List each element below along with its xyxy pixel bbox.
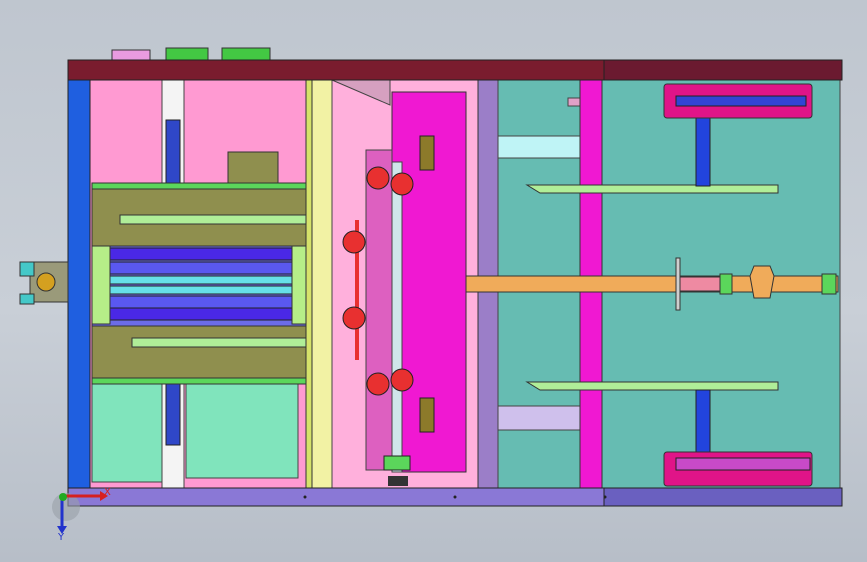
side-connector-upper bbox=[19, 261, 35, 277]
plate-bracket-lower bbox=[419, 397, 435, 433]
mold-end-clamp-left bbox=[91, 245, 111, 325]
rail-nut bbox=[749, 265, 775, 299]
side-gear bbox=[36, 272, 56, 292]
top-beam-right bbox=[603, 59, 843, 81]
purple-bar-4 bbox=[103, 307, 295, 321]
lower-cylinder-piston bbox=[675, 457, 811, 471]
lead-screw-rail bbox=[465, 275, 839, 293]
upper-diagonal-guide bbox=[525, 184, 779, 194]
yellow-plate-edge bbox=[305, 79, 313, 489]
lower-diagonal-guide bbox=[525, 381, 779, 391]
gear-middle-lower bbox=[342, 306, 366, 330]
purple-bar-3 bbox=[103, 295, 295, 309]
gear-column bbox=[365, 149, 393, 471]
upper-cylinder-piston bbox=[675, 95, 807, 107]
yellow-vertical-plate bbox=[311, 79, 333, 489]
upper-cylinder-rod bbox=[695, 115, 711, 187]
purple-bar-1 bbox=[103, 247, 295, 261]
base-rail-right bbox=[603, 487, 843, 507]
machine-assembly-drawing bbox=[19, 47, 843, 534]
y-axis-label: Y bbox=[58, 532, 65, 543]
side-connector-lower bbox=[19, 293, 35, 305]
lower-cylinder-rod bbox=[695, 389, 711, 453]
lower-green-block-right bbox=[185, 379, 299, 479]
gear-lower-right bbox=[390, 368, 414, 392]
lower-green-block-left bbox=[91, 381, 163, 483]
top-fitting-green-1 bbox=[165, 47, 209, 61]
cyan-box-upper bbox=[497, 135, 581, 159]
rail-slider bbox=[679, 276, 721, 292]
base-rail-left bbox=[67, 487, 605, 507]
left-blue-column bbox=[67, 79, 91, 491]
rail-green-block bbox=[719, 273, 733, 295]
cyan-bar-1 bbox=[103, 275, 295, 285]
gear-lower-left bbox=[366, 372, 390, 396]
small-tab-upper bbox=[567, 97, 581, 107]
base-bolt bbox=[303, 495, 307, 499]
plate-bracket-upper bbox=[419, 135, 435, 171]
gear-upper-right bbox=[390, 172, 414, 196]
top-fitting-green-2 bbox=[221, 47, 271, 61]
x-axis-label: X bbox=[104, 487, 111, 498]
bottom-gear-teeth bbox=[388, 476, 408, 486]
top-beam-left bbox=[67, 59, 605, 81]
base-bolt bbox=[603, 495, 607, 499]
vertical-shaft bbox=[391, 161, 403, 473]
z-axis-dot bbox=[59, 493, 67, 501]
purple-bar-2 bbox=[103, 261, 295, 275]
bottom-gear-block bbox=[383, 455, 411, 471]
slider-stop bbox=[675, 257, 681, 311]
base-bolt bbox=[453, 495, 457, 499]
gear-upper-left bbox=[366, 166, 390, 190]
gear-middle-upper bbox=[342, 230, 366, 254]
top-fitting-pink bbox=[111, 49, 151, 61]
rail-end-block bbox=[821, 273, 837, 295]
cad-viewport[interactable]: X Y bbox=[0, 0, 867, 562]
lavender-box-lower bbox=[497, 405, 581, 431]
cyan-bar-2 bbox=[103, 285, 295, 295]
